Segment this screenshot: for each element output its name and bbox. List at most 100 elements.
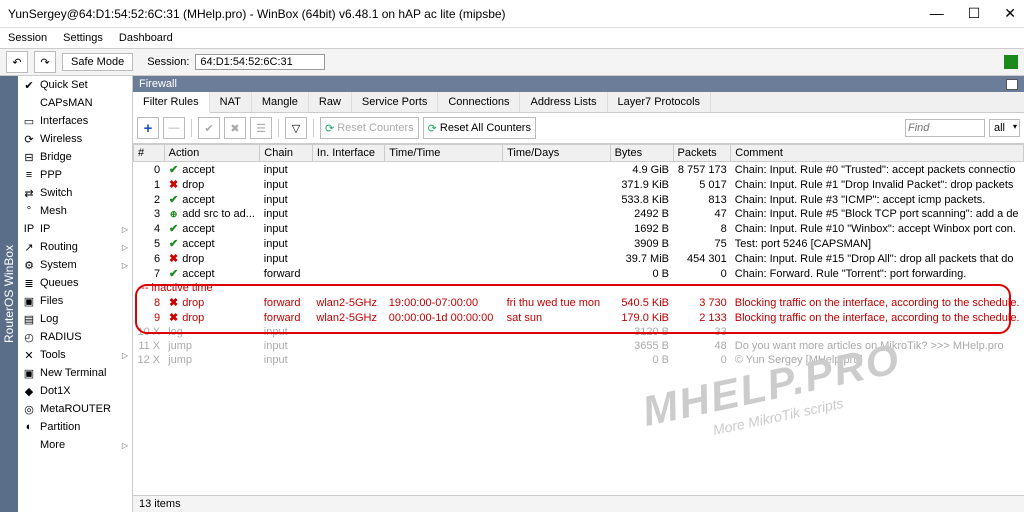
reset-counters-button[interactable]: ⟳Reset Counters <box>320 117 419 139</box>
sidebar-item-mesh[interactable]: °Mesh <box>18 202 132 220</box>
sidebar-label: Switch <box>40 187 72 199</box>
sidebar-icon: ◴ <box>22 330 36 344</box>
table-row[interactable]: 0✔ acceptinput4.9 GiB8 757 173Chain: Inp… <box>134 162 1024 178</box>
tab-mangle[interactable]: Mangle <box>252 92 309 112</box>
window-title: YunSergey@64:D1:54:52:6C:31 (MHelp.pro) … <box>8 7 930 21</box>
sidebar-item-quick-set[interactable]: ✔Quick Set <box>18 76 132 94</box>
sidebar-icon: ✕ <box>22 348 36 362</box>
sidebar-item-tools[interactable]: ✕Tools▷ <box>18 346 132 364</box>
reset-all-counters-button[interactable]: ⟳Reset All Counters <box>423 117 536 139</box>
sidebar-label: Queues <box>40 277 79 289</box>
panel-title: Firewall <box>139 78 177 90</box>
sidebar-item-ip[interactable]: IPIP▷ <box>18 220 132 238</box>
vertical-tab[interactable]: RouterOS WinBox <box>0 76 18 512</box>
sidebar-icon <box>22 438 36 452</box>
filter-button[interactable]: ▽ <box>285 117 307 139</box>
table-row[interactable]: 9✖ dropforwardwlan2-5GHz00:00:00-1d 00:0… <box>134 310 1024 325</box>
sidebar-icon: ≣ <box>22 276 36 290</box>
sidebar-item-more[interactable]: More▷ <box>18 436 132 454</box>
sidebar-label: Routing <box>40 241 78 253</box>
sidebar-item-new-terminal[interactable]: ▣New Terminal <box>18 364 132 382</box>
col-header[interactable]: In. Interface <box>312 145 384 162</box>
menu-settings[interactable]: Settings <box>63 32 103 44</box>
sidebar-item-routing[interactable]: ↗Routing▷ <box>18 238 132 256</box>
panel-close-icon[interactable]: × <box>1006 79 1018 90</box>
sidebar-label: Partition <box>40 421 80 433</box>
sidebar-icon: ◐ <box>22 420 36 434</box>
sidebar-item-ppp[interactable]: ≡PPP <box>18 166 132 184</box>
close-button[interactable]: ✕ <box>1004 5 1016 22</box>
tab-raw[interactable]: Raw <box>309 92 352 112</box>
col-header[interactable]: Time/Time <box>385 145 503 162</box>
sidebar-item-bridge[interactable]: ⊟Bridge <box>18 148 132 166</box>
sidebar-label: CAPsMAN <box>40 97 93 109</box>
tab-filter-rules[interactable]: Filter Rules <box>133 92 210 113</box>
session-value[interactable]: 64:D1:54:52:6C:31 <box>195 54 325 70</box>
maximize-button[interactable]: ☐ <box>968 5 981 22</box>
sidebar-label: Tools <box>40 349 66 361</box>
sidebar-label: Files <box>40 295 63 307</box>
chevron-right-icon: ▷ <box>122 261 128 270</box>
sidebar-item-partition[interactable]: ◐ Partition <box>18 418 132 436</box>
col-header[interactable]: Time/Days <box>503 145 610 162</box>
undo-button[interactable]: ↶ <box>6 51 28 73</box>
sidebar-item-switch[interactable]: ⇄Switch <box>18 184 132 202</box>
tab-layer7-protocols[interactable]: Layer7 Protocols <box>608 92 712 112</box>
filter-dropdown[interactable]: all <box>989 119 1020 137</box>
remove-button[interactable]: — <box>163 117 185 139</box>
col-header[interactable]: Chain <box>260 145 313 162</box>
sidebar-item-wireless[interactable]: ⟳Wireless <box>18 130 132 148</box>
add-button[interactable]: + <box>137 117 159 139</box>
col-header[interactable]: Action <box>164 145 260 162</box>
table-row[interactable]: 10 X loginput3120 B33 <box>134 325 1024 339</box>
redo-button[interactable]: ↷ <box>34 51 56 73</box>
sidebar-icon: IP <box>22 222 36 236</box>
sidebar-label: IP <box>40 223 50 235</box>
menu-dashboard[interactable]: Dashboard <box>119 32 173 44</box>
col-header[interactable]: Bytes <box>610 145 673 162</box>
tab-address-lists[interactable]: Address Lists <box>520 92 607 112</box>
table-row[interactable]: 12 X jumpinput0 B0© Yun Sergey [MHelp.pr… <box>134 353 1024 367</box>
safe-mode-button[interactable]: Safe Mode <box>62 53 133 71</box>
sidebar-item-files[interactable]: ▣Files <box>18 292 132 310</box>
table-row[interactable]: 6✖ dropinput39.7 MiB454 301Chain: Input.… <box>134 251 1024 266</box>
sidebar-item-system[interactable]: ⚙System▷ <box>18 256 132 274</box>
sidebar-label: Quick Set <box>40 79 88 91</box>
table-row[interactable]: 3⊕ add src to ad...input2492 B47Chain: I… <box>134 207 1024 221</box>
status-indicator-icon <box>1004 55 1018 69</box>
table-row[interactable]: 4✔ acceptinput1692 B8Chain: Input. Rule … <box>134 221 1024 236</box>
sidebar-item-capsman[interactable]: CAPsMAN <box>18 94 132 112</box>
sidebar-item-radius[interactable]: ◴RADIUS <box>18 328 132 346</box>
sidebar-item-dot1x[interactable]: ◆Dot1X <box>18 382 132 400</box>
table-row[interactable]: 2✔ acceptinput533.8 KiB813Chain: Input. … <box>134 192 1024 207</box>
sidebar-item-metarouter[interactable]: ◎MetaROUTER <box>18 400 132 418</box>
col-header[interactable]: Comment <box>731 145 1024 162</box>
sidebar-label: Bridge <box>40 151 72 163</box>
table-row[interactable]: 8✖ dropforwardwlan2-5GHz19:00:00-07:00:0… <box>134 295 1024 310</box>
menu-session[interactable]: Session <box>8 32 47 44</box>
comment-button[interactable]: ☰ <box>250 117 272 139</box>
table-row[interactable]: 5✔ acceptinput3909 B75Test: port 5246 [C… <box>134 236 1024 251</box>
sidebar-icon: ° <box>22 204 36 218</box>
table-row[interactable]: 11 X jumpinput3655 B48Do you want more a… <box>134 339 1024 353</box>
sidebar-icon: ◆ <box>22 384 36 398</box>
disable-button[interactable]: ✖ <box>224 117 246 139</box>
sidebar-item-interfaces[interactable]: ▭Interfaces <box>18 112 132 130</box>
tab-service-ports[interactable]: Service Ports <box>352 92 438 112</box>
sidebar-item-log[interactable]: ▤Log <box>18 310 132 328</box>
find-input[interactable] <box>905 119 985 137</box>
enable-button[interactable]: ✔ <box>198 117 220 139</box>
tab-nat[interactable]: NAT <box>210 92 252 112</box>
sidebar-label: Log <box>40 313 58 325</box>
sidebar-label: MetaROUTER <box>40 403 111 415</box>
rules-grid[interactable]: #ActionChainIn. InterfaceTime/TimeTime/D… <box>133 144 1024 495</box>
sidebar-label: Wireless <box>40 133 82 145</box>
col-header[interactable]: Packets <box>673 145 731 162</box>
table-row[interactable]: 1✖ dropinput371.9 KiB5 017Chain: Input. … <box>134 177 1024 192</box>
tab-connections[interactable]: Connections <box>438 92 520 112</box>
table-row[interactable]: 7✔ acceptforward0 B0Chain: Forward. Rule… <box>134 266 1024 281</box>
col-header[interactable]: # <box>134 145 165 162</box>
firewall-toolbar: + — ✔ ✖ ☰ ▽ ⟳Reset Counters ⟳Reset All C… <box>133 113 1024 144</box>
sidebar-item-queues[interactable]: ≣ Queues <box>18 274 132 292</box>
minimize-button[interactable]: — <box>930 5 944 22</box>
